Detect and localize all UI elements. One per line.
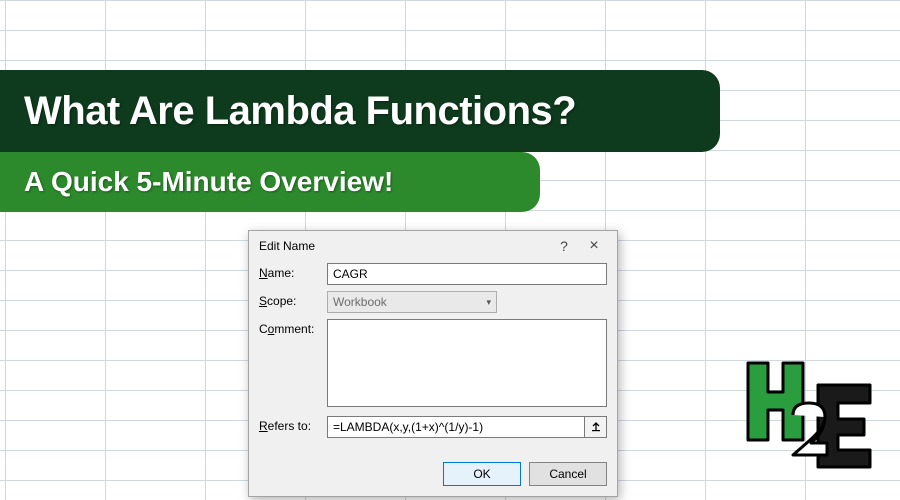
help-icon[interactable]: ?	[549, 238, 579, 254]
dialog-titlebar: Edit Name ? ×	[249, 231, 617, 259]
title-text: What Are Lambda Functions?	[24, 89, 576, 134]
refers-label: Refers to:	[259, 416, 327, 433]
name-label: Name:	[259, 263, 327, 280]
chevron-down-icon: ▾	[486, 297, 491, 308]
dialog-buttons: OK Cancel	[249, 454, 617, 496]
collapse-dialog-icon[interactable]	[585, 416, 607, 438]
scope-value: Workbook	[333, 295, 387, 309]
title-banner: What Are Lambda Functions?	[0, 70, 720, 152]
dialog-body: Name: Scope: Workbook ▾ Comment: Refers …	[249, 259, 617, 454]
edit-name-dialog: Edit Name ? × Name: Scope: Workbook ▾ Co…	[248, 230, 618, 497]
scope-select[interactable]: Workbook ▾	[327, 291, 497, 313]
scope-label: Scope:	[259, 291, 327, 308]
ok-button[interactable]: OK	[443, 462, 521, 486]
subtitle-banner: A Quick 5-Minute Overview!	[0, 152, 540, 212]
refers-to-input[interactable]	[327, 416, 585, 438]
cancel-button[interactable]: Cancel	[529, 462, 607, 486]
comment-textarea[interactable]	[327, 319, 607, 407]
name-input[interactable]	[327, 263, 607, 285]
dialog-title: Edit Name	[259, 239, 549, 253]
subtitle-text: A Quick 5-Minute Overview!	[24, 166, 393, 198]
h2e-logo	[740, 355, 875, 475]
close-icon[interactable]: ×	[579, 237, 609, 255]
comment-label: Comment:	[259, 319, 327, 336]
